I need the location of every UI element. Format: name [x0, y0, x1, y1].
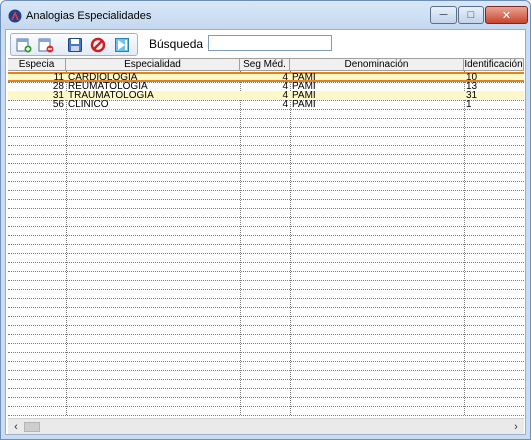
cancel-icon[interactable]	[90, 37, 106, 53]
cell-especia[interactable]: 56	[8, 100, 66, 109]
save-icon[interactable]	[67, 37, 83, 53]
column-header-denominacion[interactable]: Denominación	[290, 59, 464, 71]
cell-denominacion[interactable]: PAMI	[290, 82, 464, 91]
row-separator	[8, 127, 524, 128]
cell-identificacion[interactable]: 31	[464, 91, 524, 100]
row-separator	[8, 181, 524, 182]
cell-especialidad[interactable]: REUMATOLOGÍA	[66, 82, 240, 91]
cell-seg-med[interactable]: 4	[240, 73, 290, 82]
row-separator	[8, 388, 524, 389]
cell-especia[interactable]: 11	[8, 73, 66, 82]
scrollbar-thumb[interactable]	[24, 422, 40, 432]
row-separator	[8, 226, 524, 227]
window-client-area: Búsqueda Especia Especialidad Seg Méd. D…	[5, 29, 526, 435]
row-separator	[8, 163, 524, 164]
row-separator	[8, 343, 524, 344]
main-window: Analogias Especialidades ─ □ ✕ Búsqueda …	[0, 0, 531, 440]
add-record-icon[interactable]	[16, 37, 32, 53]
row-separator	[8, 334, 524, 335]
scroll-left-icon[interactable]: ‹	[10, 421, 22, 433]
column-header-identificacion[interactable]: Identificación	[464, 59, 524, 71]
table-row[interactable]: 28 REUMATOLOGÍA 4 PAMI 13	[8, 82, 524, 91]
table-row[interactable]: 11 CARDIOLOGÍA 4 PAMI 10	[8, 72, 524, 82]
close-button[interactable]: ✕	[485, 6, 528, 24]
cell-especialidad[interactable]: CLÍNICO	[66, 100, 240, 109]
row-separator	[8, 298, 524, 299]
row-separator	[8, 280, 524, 281]
row-separator	[8, 217, 524, 218]
cell-seg-med[interactable]: 4	[240, 91, 290, 100]
row-separator	[8, 235, 524, 236]
column-header-seg-med[interactable]: Seg Méd.	[240, 59, 290, 71]
row-separator	[8, 136, 524, 137]
row-separator	[8, 361, 524, 362]
window-title: Analogias Especialidades	[26, 10, 152, 22]
close-icon: ✕	[501, 9, 512, 22]
title-bar[interactable]: Analogias Especialidades ─ □ ✕	[1, 1, 530, 29]
search-label: Búsqueda	[149, 37, 204, 51]
row-separator	[8, 406, 524, 407]
maximize-icon: □	[467, 9, 475, 21]
scroll-right-icon[interactable]: ›	[510, 421, 522, 433]
row-separator	[8, 253, 524, 254]
row-separator	[8, 397, 524, 398]
row-separator	[8, 325, 524, 326]
cell-identificacion[interactable]: 10	[464, 73, 524, 82]
row-separator	[8, 208, 524, 209]
row-separator	[8, 118, 524, 119]
row-separator	[8, 379, 524, 380]
column-header-especia[interactable]: Especia	[8, 59, 66, 71]
horizontal-scrollbar[interactable]: ‹ ›	[8, 418, 524, 434]
row-separator	[8, 370, 524, 371]
minimize-button[interactable]: ─	[430, 6, 457, 24]
app-logo-icon	[8, 9, 22, 23]
table-row[interactable]: 56 CLÍNICO 4 PAMI 1	[8, 100, 524, 109]
cell-especia[interactable]: 31	[8, 91, 66, 100]
row-separator	[8, 262, 524, 263]
row-separator	[8, 289, 524, 290]
row-separator	[8, 199, 524, 200]
cell-especialidad[interactable]: TRAUMATOLOGÍA	[66, 91, 240, 100]
table-row[interactable]: 31 TRAUMATOLOGÍA 4 PAMI 31	[8, 91, 524, 100]
row-separator	[8, 415, 524, 416]
cell-denominacion[interactable]: PAMI	[290, 100, 464, 109]
cell-especia[interactable]: 28	[8, 82, 66, 91]
grid-header: Especia Especialidad Seg Méd. Denominaci…	[8, 59, 524, 71]
cell-seg-med[interactable]: 4	[240, 82, 290, 91]
data-grid[interactable]: Especia Especialidad Seg Méd. Denominaci…	[8, 58, 524, 416]
exit-icon[interactable]	[114, 37, 130, 53]
row-separator	[8, 154, 524, 155]
search-input[interactable]	[208, 35, 332, 51]
cell-seg-med[interactable]: 4	[240, 100, 290, 109]
cell-especialidad[interactable]: CARDIOLOGÍA	[66, 73, 240, 82]
row-separator	[8, 352, 524, 353]
column-header-especialidad[interactable]: Especialidad	[66, 59, 240, 71]
row-separator	[8, 244, 524, 245]
maximize-button[interactable]: □	[458, 6, 484, 24]
row-separator	[8, 307, 524, 308]
cell-identificacion[interactable]: 1	[464, 100, 524, 109]
cell-denominacion[interactable]: PAMI	[290, 91, 464, 100]
row-separator	[8, 271, 524, 272]
delete-record-icon[interactable]	[38, 37, 54, 53]
cell-identificacion[interactable]: 13	[464, 82, 524, 91]
row-separator	[8, 145, 524, 146]
cell-denominacion[interactable]: PAMI	[290, 73, 464, 82]
row-separator	[8, 109, 524, 110]
minimize-icon: ─	[439, 9, 448, 21]
toolbar	[10, 33, 138, 56]
row-separator	[8, 190, 524, 191]
row-separator	[8, 316, 524, 317]
row-separator	[8, 172, 524, 173]
